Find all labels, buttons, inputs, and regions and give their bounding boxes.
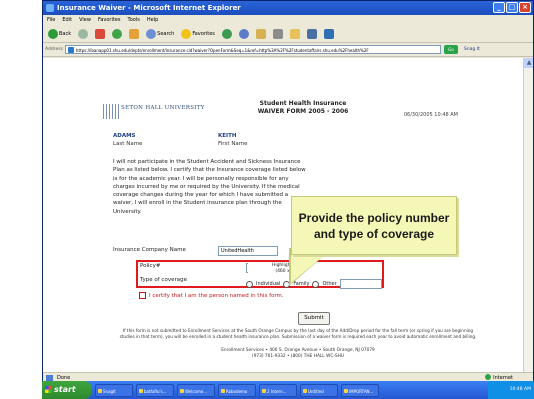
favorites-label: Favorites: [192, 30, 215, 37]
ie-app-icon: [46, 4, 54, 12]
favorites-star-icon: [181, 28, 192, 39]
first-name-block: KEITH First Name: [218, 132, 248, 148]
radio-individual-label: Individual: [256, 281, 281, 287]
search-label: Search: [157, 30, 175, 37]
university-logo: SETON HALL UNIVERSITY: [103, 102, 204, 122]
form-title-line2: WAIVER FORM 2005 - 2006: [257, 108, 349, 115]
radio-individual[interactable]: [246, 280, 253, 288]
standard-toolbar: Back Search Favorites: [43, 25, 533, 43]
refresh-icon: [112, 28, 123, 39]
taskbar-item-internet[interactable]: 2 Intern...: [259, 383, 297, 397]
scroll-up-arrow-icon[interactable]: ▲: [524, 58, 533, 68]
history-button[interactable]: [237, 27, 251, 41]
address-label: Address: [45, 47, 63, 52]
taskbar-item-untitled[interactable]: Untitled: [300, 383, 338, 397]
start-button[interactable]: start: [42, 381, 92, 399]
first-name-label: First Name: [218, 141, 248, 147]
taskbar-item-snagit[interactable]: SnagIt: [95, 383, 133, 397]
windows-taskbar: start SnagIt batfaflu's... Welcome... Ro…: [42, 381, 534, 399]
mail-icon: [255, 28, 266, 39]
page-content: SETON HALL UNIVERSITY Student Health Ins…: [43, 58, 525, 372]
certify-row: I certify that I am the person named in …: [139, 292, 284, 299]
address-bar: Address https://ibanapp01.shu.edu/depts/…: [43, 43, 533, 57]
menu-edit[interactable]: Edit: [62, 15, 72, 25]
go-button[interactable]: Go: [443, 45, 458, 54]
submit-button[interactable]: Submit: [298, 312, 330, 325]
window-title: Insurance Waiver - Microsoft Internet Ex…: [57, 4, 241, 12]
history-icon: [238, 28, 249, 39]
menu-bar: File Edit View Favorites Tools Help: [43, 15, 533, 25]
last-name-block: ADAMS Last Name: [113, 132, 142, 148]
address-input[interactable]: https://ibanapp01.shu.edu/depts/enrollme…: [64, 45, 441, 54]
refresh-button[interactable]: [110, 27, 124, 41]
folder-icon: [289, 28, 300, 39]
search-button[interactable]: Search: [144, 27, 176, 41]
taskbar-clock: 10:48 AM: [509, 387, 531, 392]
print-icon: [272, 28, 283, 39]
maximize-button[interactable]: □: [506, 2, 518, 13]
form-title: Student Health Insurance WAIVER FORM 200…: [228, 100, 378, 116]
mail-button[interactable]: [254, 27, 268, 41]
window-controls: _ □ ×: [493, 2, 531, 13]
folder-button[interactable]: [288, 27, 302, 41]
footer-address-line2: (973) 761-9332 • (800) THE HALL WC-SHU: [252, 354, 344, 359]
logo-text: SETON HALL UNIVERSITY: [121, 105, 205, 111]
discuss-icon: [323, 28, 334, 39]
other-coverage-input[interactable]: [339, 279, 382, 289]
discuss-button[interactable]: [322, 27, 336, 41]
print-button[interactable]: [271, 27, 285, 41]
media-button[interactable]: [220, 27, 234, 41]
home-button[interactable]: [127, 27, 141, 41]
menu-help[interactable]: Help: [147, 15, 158, 25]
taskbar-item-inbox[interactable]: batfaflu's...: [136, 383, 174, 397]
menu-favorites[interactable]: Favorites: [98, 15, 121, 25]
search-icon: [146, 28, 157, 39]
stop-icon: [95, 28, 106, 39]
last-name-label: Last Name: [113, 141, 143, 147]
taskbar-item-robodemo[interactable]: Robodemo: [218, 383, 256, 397]
taskbar-item-welcome[interactable]: Welcome...: [177, 383, 215, 397]
menu-view[interactable]: View: [79, 15, 91, 25]
menu-file[interactable]: File: [47, 15, 55, 25]
home-icon: [129, 28, 140, 39]
taskbar-item-important[interactable]: IMPORTAN...: [341, 383, 379, 397]
back-button[interactable]: Back: [46, 27, 73, 41]
links-snagit[interactable]: Snag It: [464, 47, 480, 52]
last-name-value: ADAMS: [113, 133, 136, 139]
favorites-button[interactable]: Favorites: [179, 27, 217, 41]
back-label: Back: [59, 30, 72, 37]
messenger-button[interactable]: [305, 27, 319, 41]
certify-checkbox[interactable]: [139, 292, 146, 299]
menu-tools[interactable]: Tools: [128, 15, 140, 25]
footer-address: Enrollment Services • 400 S. Orange Aven…: [118, 348, 478, 360]
back-arrow-icon: [48, 28, 58, 39]
messenger-icon: [306, 28, 317, 39]
instruction-callout: Provide the policy number and type of co…: [291, 196, 457, 255]
stop-button[interactable]: [93, 27, 107, 41]
certify-label: I certify that I am the person named in …: [149, 292, 284, 299]
minimize-button[interactable]: _: [493, 2, 505, 13]
forward-button[interactable]: [76, 27, 90, 41]
title-bar: Insurance Waiver - Microsoft Internet Ex…: [43, 1, 533, 15]
screenshot-frame: Insurance Waiver - Microsoft Internet Ex…: [0, 0, 534, 399]
form-date: 06/30/2005 10:48 AM: [403, 112, 458, 118]
insurance-company-label: Insurance Company Name: [113, 247, 186, 253]
forward-arrow-icon: [78, 28, 89, 39]
insurance-company-row: Insurance Company Name: [113, 247, 186, 253]
form-title-line1: Student Health Insurance: [259, 100, 347, 107]
waiver-paragraph: I will not participate in the Student Ac…: [113, 159, 306, 215]
vertical-scrollbar[interactable]: ▲: [523, 58, 533, 372]
footer-note: If this form is not submitted to Enrollm…: [119, 328, 477, 339]
insurance-company-input[interactable]: UnitedHealth: [218, 246, 278, 256]
close-button[interactable]: ×: [519, 2, 531, 13]
logo-building-icon: [103, 104, 119, 119]
system-tray: 10:48 AM: [488, 381, 534, 399]
first-name-value: KEITH: [218, 133, 237, 139]
browser-window: Insurance Waiver - Microsoft Internet Ex…: [42, 0, 534, 388]
media-icon: [221, 28, 232, 39]
